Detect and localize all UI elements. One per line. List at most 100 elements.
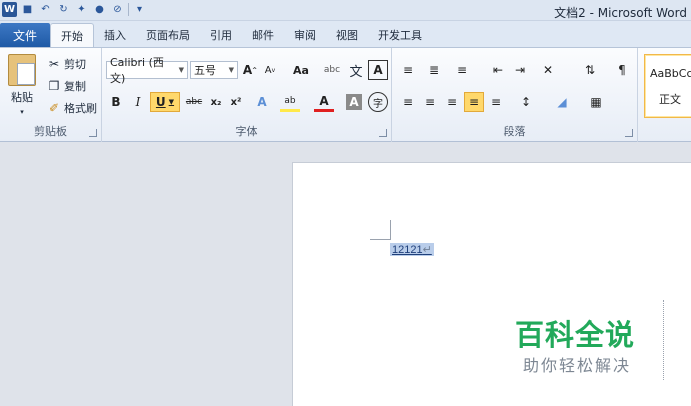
tab-developer[interactable]: 开发工具 xyxy=(368,23,432,47)
tab-file[interactable]: 文件 xyxy=(0,23,50,47)
ribbon-tabs: 文件 开始 插入 页面布局 引用 邮件 审阅 视图 开发工具 xyxy=(0,21,691,47)
tab-mailings[interactable]: 邮件 xyxy=(242,23,284,47)
paragraph-launcher-icon[interactable] xyxy=(625,129,633,137)
clipboard-group-label: 剪贴板 xyxy=(34,125,67,138)
color-icon[interactable]: ● xyxy=(92,2,107,17)
clipboard-group: 粘贴 ▾ ✂ 剪切 ❐ 复制 ✐ 格式刷 剪贴板 xyxy=(0,48,102,142)
document-text: 12121 xyxy=(392,244,423,256)
save-icon[interactable]: ■ xyxy=(20,2,35,17)
increase-indent-icon[interactable]: ⇥ xyxy=(510,60,530,80)
tab-insert[interactable]: 插入 xyxy=(94,23,136,47)
copy-label: 复制 xyxy=(64,80,86,93)
decrease-indent-icon[interactable]: ⇤ xyxy=(488,60,508,80)
character-border-glyph: A xyxy=(373,63,383,77)
underline-glyph: U xyxy=(155,95,166,109)
cut-label: 剪切 xyxy=(64,58,86,71)
brush-icon: ✐ xyxy=(48,101,60,115)
change-case-glyph: Aa xyxy=(293,63,309,77)
multilevel-list-icon[interactable]: ≡ xyxy=(452,60,472,80)
margin-crop-mark-horizontal xyxy=(370,239,390,240)
justify-icon[interactable]: ≡ xyxy=(464,92,484,112)
distributed-icon[interactable]: ≡ xyxy=(486,92,506,112)
highlight-button[interactable]: ab xyxy=(280,92,300,112)
tab-home[interactable]: 开始 xyxy=(50,23,94,47)
format-painter-qat-icon[interactable]: ✦ xyxy=(74,2,89,17)
chevron-down-icon: ▼ xyxy=(168,98,175,106)
margin-crop-mark-vertical xyxy=(390,220,391,240)
eraser-icon[interactable]: ⊘ xyxy=(110,2,125,17)
superscript-button[interactable]: x² xyxy=(226,92,246,112)
italic-button[interactable]: I xyxy=(128,92,148,112)
scissors-icon: ✂ xyxy=(48,57,60,71)
style-normal-tile[interactable]: AaBbCcI 正文 xyxy=(644,54,691,118)
subscript-button[interactable]: x₂ xyxy=(206,92,226,112)
superscript-glyph: x² xyxy=(230,96,242,108)
clipboard-launcher-icon[interactable] xyxy=(89,129,97,137)
shrink-font-glyph: A xyxy=(264,64,272,76)
qat-separator xyxy=(128,3,129,16)
align-left-icon[interactable]: ≡ xyxy=(398,92,418,112)
paragraph-group-label: 段落 xyxy=(503,125,526,138)
line-spacing-icon[interactable]: ↕ xyxy=(516,92,536,112)
font-name-select[interactable]: Calibri (西文) ▼ xyxy=(106,56,188,85)
font-launcher-icon[interactable] xyxy=(379,129,387,137)
shading-icon[interactable]: ◢ xyxy=(552,92,572,112)
grow-font-button[interactable]: A ^ xyxy=(240,60,260,80)
watermark-title: 百科全说 xyxy=(515,318,636,352)
bold-button[interactable]: B xyxy=(106,92,126,112)
selected-document-text[interactable]: 12121↵ xyxy=(390,243,434,256)
watermark-subtitle: 助你轻松解决 xyxy=(523,356,632,375)
tab-references[interactable]: 引用 xyxy=(200,23,242,47)
underline-button[interactable]: U ▼ xyxy=(150,92,180,112)
sort-icon[interactable]: ⇅ xyxy=(580,60,600,80)
subscript-glyph: x₂ xyxy=(210,96,222,108)
copy-button[interactable]: ❐ 复制 xyxy=(46,78,86,94)
phonetic-guide-glyph: 文 xyxy=(349,64,363,80)
character-border-button[interactable]: A xyxy=(368,60,388,80)
shrink-font-button[interactable]: Av xyxy=(260,60,280,80)
title-bar: W ■ ↶ ↻ ✦ ● ⊘ ▾ 文档2 - Microsoft Word xyxy=(0,0,691,21)
phonetic-guide-button[interactable]: 文 xyxy=(346,60,366,80)
style-sample-text: AaBbCcI xyxy=(650,67,691,80)
font-size-value: 五号 xyxy=(194,64,216,77)
font-group-label: 字体 xyxy=(235,125,258,138)
font-size-select[interactable]: 五号 ▼ xyxy=(190,61,238,79)
word-logo-icon[interactable]: W xyxy=(2,2,17,17)
highlight-glyph: ab xyxy=(284,95,296,106)
undo-icon[interactable]: ↶ xyxy=(38,2,53,17)
chevron-down-icon: ▼ xyxy=(228,66,234,74)
redo-icon[interactable]: ↻ xyxy=(56,2,71,17)
bold-glyph: B xyxy=(111,95,121,109)
show-marks-icon[interactable]: ¶ xyxy=(612,60,632,80)
italic-glyph: I xyxy=(135,95,141,109)
borders-icon[interactable]: ▦ xyxy=(586,92,606,112)
customize-qat-icon[interactable]: ▾ xyxy=(132,2,147,17)
align-right-icon[interactable]: ≡ xyxy=(442,92,462,112)
enclose-characters-glyph: 字 xyxy=(373,98,383,110)
numbering-icon[interactable]: ≣ xyxy=(424,60,444,80)
paragraph-group: ≡ ≣ ≡ ⇤ ⇥ ✕ ⇅ ¶ ≡ ≡ ≡ ≡ ≡ ↕ ◢ ▦ 段落 xyxy=(392,48,638,142)
tab-view[interactable]: 视图 xyxy=(326,23,368,47)
character-shading-button[interactable]: A xyxy=(346,94,362,110)
clear-format-button[interactable]: abc xyxy=(322,60,342,80)
quick-access-toolbar: W ■ ↶ ↻ ✦ ● ⊘ ▾ xyxy=(2,2,147,17)
chinese-layout-icon[interactable]: ✕ xyxy=(538,60,558,80)
enclose-characters-button[interactable]: 字 xyxy=(368,92,388,112)
format-painter-label: 格式刷 xyxy=(64,102,97,115)
copy-icon: ❐ xyxy=(48,79,60,93)
paste-dropdown-icon: ▾ xyxy=(20,108,24,116)
text-effects-button[interactable]: A xyxy=(252,92,272,112)
tab-review[interactable]: 审阅 xyxy=(284,23,326,47)
bullets-icon[interactable]: ≡ xyxy=(398,60,418,80)
paste-button[interactable]: 粘贴 ▾ xyxy=(8,54,36,116)
chevron-down-icon: ▼ xyxy=(178,66,184,74)
strikethrough-button[interactable]: abc xyxy=(184,92,204,112)
text-effects-glyph: A xyxy=(257,95,267,109)
change-case-button[interactable]: Aa xyxy=(288,60,314,80)
format-painter-button[interactable]: ✐ 格式刷 xyxy=(46,100,97,116)
tab-page-layout[interactable]: 页面布局 xyxy=(136,23,200,47)
font-color-button[interactable]: A xyxy=(314,92,334,112)
document-page[interactable] xyxy=(292,162,691,406)
align-center-icon[interactable]: ≡ xyxy=(420,92,440,112)
cut-button[interactable]: ✂ 剪切 xyxy=(46,56,86,72)
